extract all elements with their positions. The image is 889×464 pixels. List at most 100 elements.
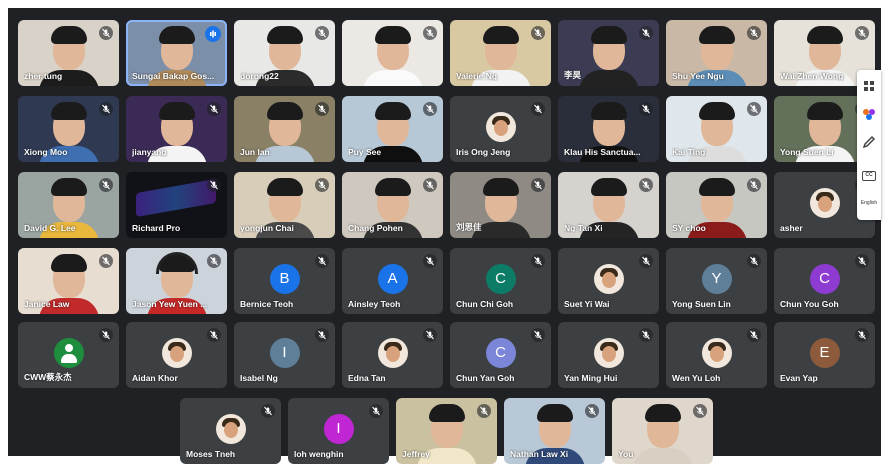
participant-name: Ng Tan Xi [564,223,603,233]
mic-off-icon [639,178,653,192]
participant-name: Chun You Goh [780,299,839,309]
participant-tile[interactable]: 刘思佳 [450,172,551,238]
avatar [593,338,624,368]
mic-off-icon [639,254,653,268]
mic-off-icon [315,178,329,192]
participant-name: Wen Yu Loh [672,373,721,383]
participant-tile[interactable]: Iris Ong Jeng [450,96,551,162]
participant-tile[interactable]: B Bernice Teoh [234,248,335,314]
participant-tile[interactable]: Puy See [342,96,443,162]
participant-name: Shu Yee Ngu [672,71,724,81]
avatar: E [809,338,840,368]
mic-off-icon [747,26,761,40]
mic-off-icon [423,254,437,268]
participant-tile[interactable]: A Ainsley Teoh [342,248,443,314]
participant-tile[interactable]: You [612,398,713,464]
participant-name: 李昊 [564,70,582,80]
avatar: C [485,338,516,368]
participant-name: Ainsley Teoh [348,299,401,309]
participant-tile[interactable]: Kai Ting [666,96,767,162]
mic-off-icon [531,26,545,40]
participant-tile[interactable]: Janice Law [18,248,119,314]
participant-name: Chun Chi Goh [456,299,514,309]
grid-icon[interactable] [861,78,877,94]
activities-icon[interactable] [861,106,877,122]
mic-off-icon [315,328,329,342]
participant-tile[interactable]: Sungai Bakap Gos... [126,20,227,86]
mic-off-icon [747,254,761,268]
mic-off-icon [423,328,437,342]
participant-tile[interactable]: Chang Pohen [342,172,443,238]
participant-tile[interactable]: CWW蔡永杰 [18,322,119,388]
participant-name: jianyang [132,147,167,157]
participant-tile[interactable]: Richard Pro [126,172,227,238]
mic-off-icon [207,254,221,268]
participant-name: Evan Yap [780,373,818,383]
participant-tile[interactable]: Yan Ming Hui [558,322,659,388]
participant-tile[interactable]: Moses Tneh [180,398,281,464]
participant-name: Moses Tneh [186,449,236,459]
participant-name: SY choo [672,223,706,233]
mic-off-icon [531,254,545,268]
captions-button[interactable]: CC [861,168,877,184]
participant-tile[interactable]: Jeffrey [396,398,497,464]
participant-tile[interactable]: yongjun Chai [234,172,335,238]
participant-tile[interactable]: Aidan Khor [126,322,227,388]
participant-tile[interactable]: Wen Yu Loh [666,322,767,388]
mic-off-icon [207,102,221,116]
participant-name: Chun Yan Goh [456,373,515,383]
participant-tile[interactable]: C Chun You Goh [774,248,875,314]
mic-off-icon [99,328,113,342]
participant-tile[interactable]: Klau His Sanctua... [558,96,659,162]
participant-name: David G. Lee [24,223,76,233]
participant-name: dorong22 [240,71,279,81]
participant-name: Yan Ming Hui [564,373,618,383]
participant-name: Chang Pohen [348,223,403,233]
participant-tile[interactable]: Nathan Law Xi [504,398,605,464]
participant-tile[interactable]: C Chun Yan Goh [450,322,551,388]
participant-name: Jun Ian [240,147,270,157]
participant-name: Suet Yi Wai [564,299,610,309]
avatar: I [269,338,300,368]
participant-tile[interactable]: SY choo [666,172,767,238]
participant-name: Puy See [348,147,382,157]
participant-tile[interactable]: E Evan Yap [774,322,875,388]
mic-off-icon [207,328,221,342]
mic-off-icon [639,102,653,116]
mic-off-icon [99,26,113,40]
participant-tile[interactable]: Edna Tan [342,322,443,388]
participant-tile[interactable]: dorong22 [234,20,335,86]
participant-tile[interactable]: David G. Lee [18,172,119,238]
participant-tile[interactable]: Xiong Moo [18,96,119,162]
participant-tile[interactable] [342,20,443,86]
participant-tile[interactable]: Jason Yew Yuen ... [126,248,227,314]
mic-off-icon [423,102,437,116]
pen-icon[interactable] [861,134,877,150]
mic-off-icon [207,178,221,192]
mic-off-icon [639,26,653,40]
mic-off-icon [585,404,599,418]
participant-tile[interactable]: 李昊 [558,20,659,86]
mic-off-icon [747,328,761,342]
mic-off-icon [99,102,113,116]
participant-tile[interactable]: C Chun Chi Goh [450,248,551,314]
participant-tile[interactable]: Jun Ian [234,96,335,162]
participant-tile[interactable]: Shu Yee Ngu [666,20,767,86]
participant-tile[interactable]: I Isabel Ng [234,322,335,388]
participant-tile[interactable]: Valerie Ng [450,20,551,86]
participant-name: Nathan Law Xi [510,449,569,459]
participant-name: CWW蔡永杰 [24,372,72,382]
participant-tile[interactable]: Iloh wenghin [288,398,389,464]
avatar [593,264,624,294]
participant-name: Janice Law [24,299,70,309]
participant-tile[interactable]: Ng Tan Xi [558,172,659,238]
participant-tile[interactable]: Y Yong Suen Lin [666,248,767,314]
participant-tile[interactable]: jianyang [126,96,227,162]
mic-off-icon [315,254,329,268]
participant-tile[interactable]: zher tung [18,20,119,86]
avatar: A [377,264,408,294]
participant-name: yongjun Chai [240,223,294,233]
mic-off-icon [693,404,707,418]
mic-off-icon [99,254,113,268]
participant-tile[interactable]: Suet Yi Wai [558,248,659,314]
